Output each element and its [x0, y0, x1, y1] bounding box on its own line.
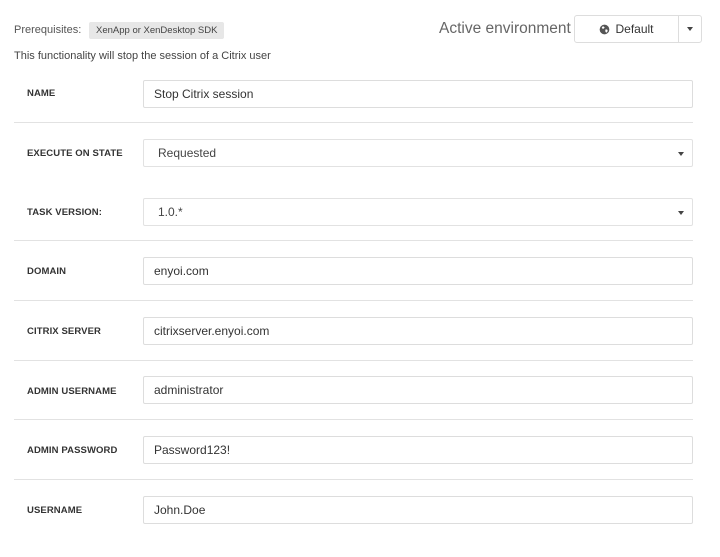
field-row-admin-password: ADMIN PASSWORD Password123! — [14, 420, 693, 480]
execute-on-state-value: Requested — [158, 146, 217, 160]
execute-on-state-label: EXECUTE ON STATE — [27, 148, 123, 159]
domain-label: DOMAIN — [27, 266, 67, 277]
task-description: This functionality will stop the session… — [14, 50, 271, 62]
field-row-username: USERNAME John.Doe — [14, 480, 693, 540]
domain-input[interactable]: enyoi.com — [143, 257, 693, 285]
field-row-citrix-server: CITRIX SERVER citrixserver.enyoi.com — [14, 301, 693, 361]
task-version-select[interactable]: 1.0.* — [143, 198, 693, 226]
caret-down-icon — [678, 211, 684, 215]
environment-dropdown-toggle[interactable] — [678, 15, 702, 43]
environment-value: Default — [615, 22, 654, 36]
caret-down-icon — [678, 152, 684, 156]
prerequisite-badge: XenApp or XenDesktop SDK — [89, 22, 225, 39]
citrix-server-label: CITRIX SERVER — [27, 326, 101, 337]
task-header: Prerequisites: XenApp or XenDesktop SDK … — [0, 0, 720, 64]
prerequisites-label: Prerequisites: — [14, 24, 82, 36]
execute-on-state-select[interactable]: Requested — [143, 139, 693, 167]
field-row-execute-on-state: EXECUTE ON STATE Requested — [14, 123, 693, 182]
admin-username-label: ADMIN USERNAME — [27, 386, 117, 397]
admin-username-input[interactable]: administrator — [143, 376, 693, 404]
task-version-value: 1.0.* — [158, 205, 183, 219]
username-input[interactable]: John.Doe — [143, 496, 693, 524]
admin-password-label: ADMIN PASSWORD — [27, 445, 118, 456]
username-label: USERNAME — [27, 505, 83, 516]
field-row-admin-username: ADMIN USERNAME administrator — [14, 361, 693, 420]
citrix-server-input[interactable]: citrixserver.enyoi.com — [143, 317, 693, 345]
task-version-label: TASK VERSION: — [27, 207, 103, 218]
field-row-domain: DOMAIN enyoi.com — [14, 241, 693, 301]
globe-icon — [600, 24, 610, 34]
name-input[interactable]: Stop Citrix session — [143, 80, 693, 108]
active-environment-label: Active environment — [439, 20, 571, 37]
environment-select-button[interactable]: Default — [574, 15, 679, 43]
field-row-task-version: TASK VERSION: 1.0.* — [14, 182, 693, 241]
caret-down-icon — [687, 27, 693, 31]
admin-password-input[interactable]: Password123! — [143, 436, 693, 464]
name-label: NAME — [27, 88, 56, 99]
field-row-name: NAME Stop Citrix session — [14, 64, 693, 123]
